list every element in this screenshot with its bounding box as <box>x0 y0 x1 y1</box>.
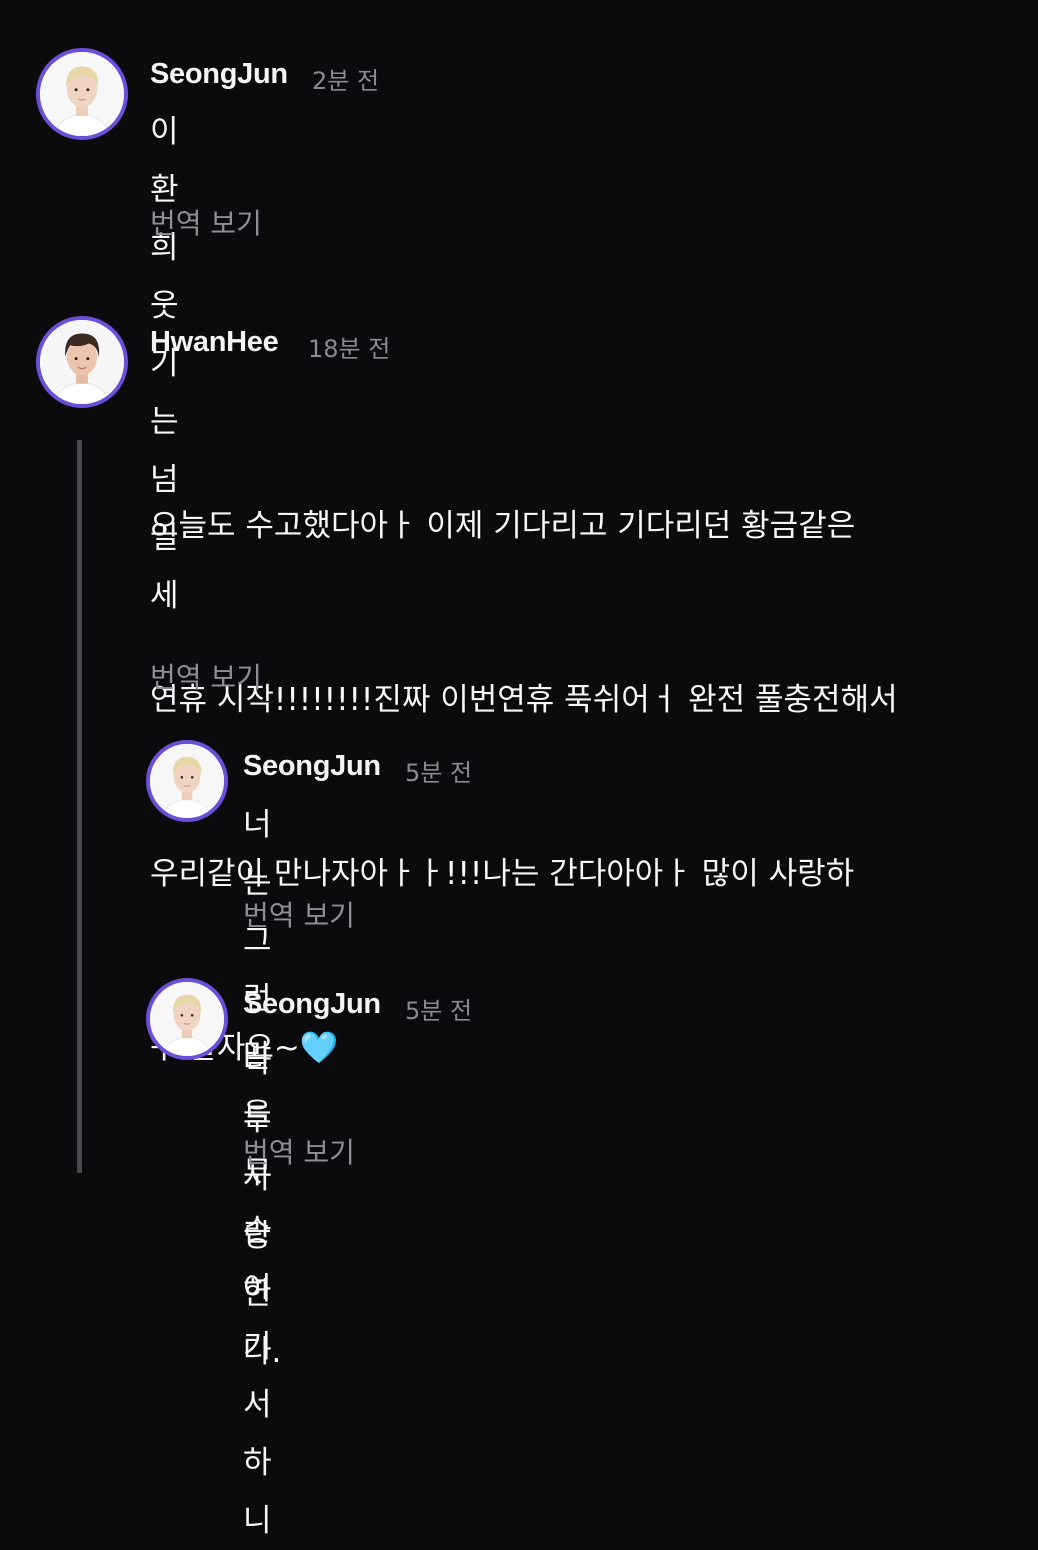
avatar-seongjun-icon <box>150 982 224 1056</box>
timestamp: 5분 전 <box>405 997 473 1025</box>
author-name[interactable]: SeongJun <box>150 58 288 91</box>
avatar-hwanhee-icon <box>40 320 124 404</box>
timestamp: 18분 전 <box>308 335 391 363</box>
avatar-seongjun-icon <box>40 52 124 136</box>
avatar[interactable] <box>36 316 128 408</box>
reply-thread-line <box>77 440 82 1173</box>
avatar-seongjun-icon <box>150 744 224 818</box>
comment-line: 연휴 시작!!!!!!!!진짜 이번연휴 푹쉬어ㅓ 완전 풀충전해서 <box>150 682 898 718</box>
see-translation-link[interactable]: 번역 보기 <box>150 656 262 696</box>
avatar[interactable] <box>36 48 128 140</box>
light-blue-heart-icon: 🩵 <box>299 1030 339 1066</box>
author-name[interactable]: SeongJun <box>243 988 381 1021</box>
see-translation-link[interactable]: 번역 보기 <box>150 202 262 242</box>
avatar[interactable] <box>146 740 228 822</box>
avatar[interactable] <box>146 978 228 1060</box>
author-name[interactable]: SeongJun <box>243 750 381 783</box>
comment-text: 나두 사랑한다. <box>243 1044 282 1370</box>
author-name[interactable]: HwanHee <box>150 326 279 359</box>
timestamp: 5분 전 <box>405 759 473 787</box>
comment-line: 오늘도 수고했다아ㅏ 이제 기다리고 기다리던 황금같은 <box>150 508 856 544</box>
see-translation-link[interactable]: 번역 보기 <box>243 1131 355 1171</box>
timestamp: 2분 전 <box>312 67 380 95</box>
see-translation-link[interactable]: 번역 보기 <box>243 894 355 934</box>
